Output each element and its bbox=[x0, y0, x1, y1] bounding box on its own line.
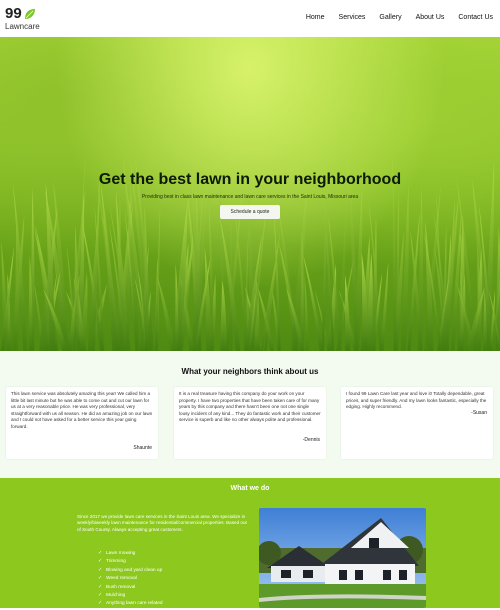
check-icon: ✓ bbox=[98, 559, 103, 565]
check-icon: ✓ bbox=[98, 592, 103, 598]
nav-services[interactable]: Services bbox=[339, 14, 366, 21]
site-header: 99 Lawncare Home Services Gallery About … bbox=[0, 0, 500, 37]
testimonials-title: What your neighbors think about us bbox=[181, 367, 319, 376]
list-item: ✓ Blowing and yard clean up bbox=[98, 567, 163, 573]
testimonial-card: I found 99 Lawn Care last year and love … bbox=[341, 387, 493, 459]
what-we-do-title: What we do bbox=[230, 485, 270, 492]
testimonial-author: Shaunte bbox=[133, 445, 152, 451]
testimonial-card: This lawn service was absolutely amazing… bbox=[6, 387, 158, 459]
hero-title: Get the best lawn in your neighborhood bbox=[98, 171, 402, 188]
testimonial-text: I found 99 Lawn Care last year and love … bbox=[346, 391, 487, 410]
check-icon: ✓ bbox=[98, 551, 103, 556]
what-we-do-section: What we do Since 2017 we provide lawn ca… bbox=[0, 478, 500, 608]
testimonial-author: -Susan bbox=[471, 410, 487, 416]
hero-section: Get the best lawn in your neighborhood P… bbox=[0, 37, 500, 351]
nav-gallery[interactable]: Gallery bbox=[379, 14, 401, 21]
list-item: ✓ Anything lawn care related bbox=[98, 601, 163, 607]
logo-wordmark: Lawncare bbox=[5, 22, 40, 31]
check-icon: ✓ bbox=[98, 601, 103, 607]
house-photo bbox=[259, 508, 426, 608]
list-item: ✓ Weed removal bbox=[98, 576, 137, 582]
testimonial-text: This lawn service was absolutely amazing… bbox=[11, 391, 153, 429]
list-item: ✓ Bush removal bbox=[98, 584, 136, 590]
logo-number: 99 bbox=[5, 5, 22, 22]
testimonial-author: -Dennis bbox=[302, 437, 320, 443]
logo[interactable]: 99 Lawncare bbox=[5, 6, 45, 34]
testimonial-card: It is a real treasure having this compan… bbox=[174, 387, 326, 459]
main-nav: Home Services Gallery About Us Contact U… bbox=[292, 14, 493, 21]
nav-contact-us[interactable]: Contact Us bbox=[458, 14, 493, 21]
what-we-do-description: Since 2017 we provide lawn care services… bbox=[77, 514, 247, 532]
nav-home[interactable]: Home bbox=[306, 14, 325, 21]
services-list: ✓ Lawn mowing ✓ Trimming ✓ Blowing and yard… bbox=[98, 551, 163, 610]
list-item: ✓ Trimming bbox=[98, 559, 126, 565]
hero-subtitle: Providing best in class lawn maintenance… bbox=[141, 194, 359, 200]
check-icon: ✓ bbox=[98, 584, 103, 590]
check-icon: ✓ bbox=[98, 576, 103, 582]
schedule-quote-button[interactable]: Schedule a quote bbox=[220, 205, 280, 219]
nav-about-us[interactable]: About Us bbox=[416, 14, 445, 21]
leaf-icon bbox=[25, 9, 35, 19]
testimonial-text: It is a real treasure having this compan… bbox=[179, 391, 321, 423]
check-icon: ✓ bbox=[98, 567, 103, 573]
testimonials-section: What your neighbors think about us This … bbox=[0, 351, 500, 478]
